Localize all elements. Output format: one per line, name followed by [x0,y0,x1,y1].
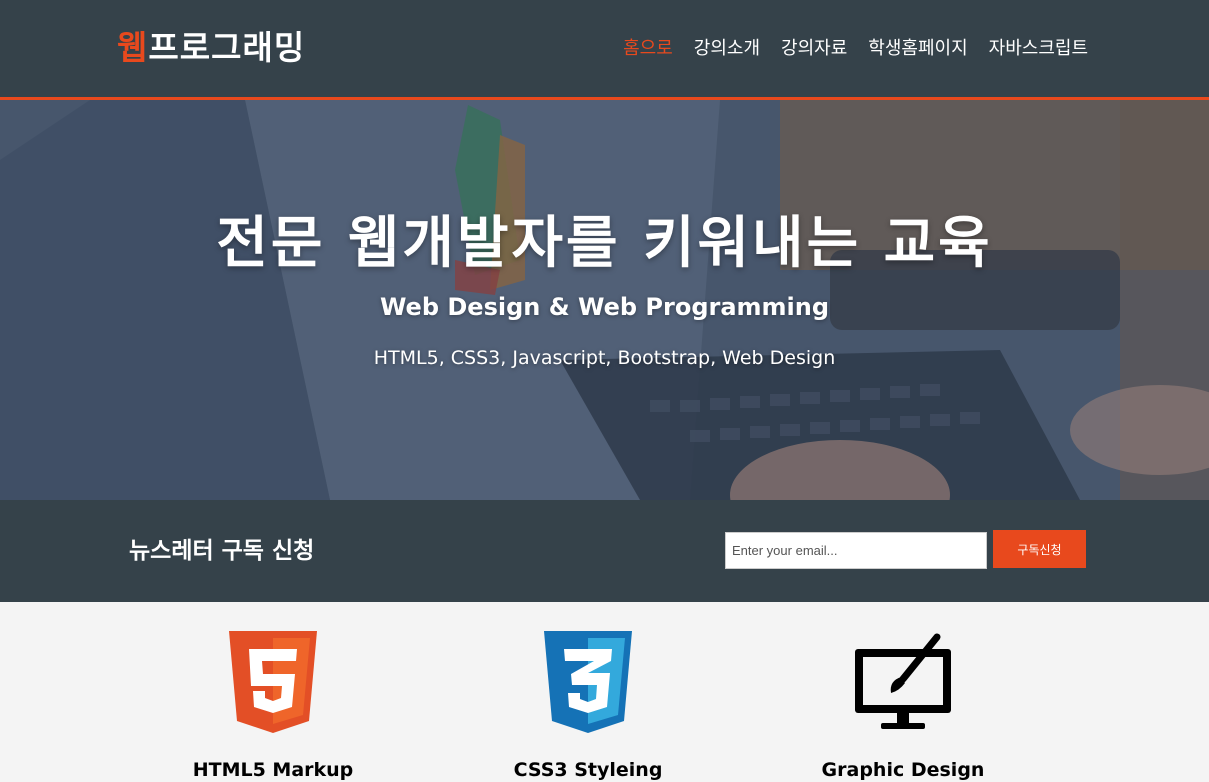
hero-subtitle: Web Design & Web Programming [379,293,830,321]
feature-box-graphic-design: Graphic Design [783,602,1023,781]
feature-title-html5: HTML5 Markup [192,759,354,781]
nav-item-home[interactable]: 홈으로 [623,36,673,62]
css3-icon [544,631,632,733]
features-section: HTML5 Markup CSS3 Styleing Graphic Desig… [0,602,1209,781]
nav-item-student-homepage[interactable]: 학생홈페이지 [868,36,967,62]
main-nav: 홈으로 강의소개 강의자료 학생홈페이지 자바스크립트 [623,36,1088,62]
html5-icon [229,631,317,733]
nav-item-javascript[interactable]: 자바스크립트 [989,36,1088,62]
feature-box-css3: CSS3 Styleing [468,602,708,781]
feature-title-graphic-design: Graphic Design [821,759,985,781]
nav-item-course-materials[interactable]: 강의자료 [781,36,847,62]
graphic-design-icon [855,633,951,729]
logo-text: 프로그래밍 [148,28,306,67]
site-logo[interactable]: 웹프로그래밍 [117,26,305,70]
newsletter-title: 뉴스레터 구독 신청 [129,538,315,564]
logo-highlight: 웹 [117,28,149,67]
hero-tags: HTML5, CSS3, Javascript, Bootstrap, Web … [373,347,836,369]
subscribe-button[interactable]: 구독신청 [993,530,1086,568]
feature-title-css3: CSS3 Styleing [513,759,663,781]
email-input[interactable] [725,532,987,569]
hero-title: 전문 웹개발자를 키워내는 교육 [216,211,993,276]
nav-item-course-intro[interactable]: 강의소개 [694,36,760,62]
feature-box-html5: HTML5 Markup [153,602,393,781]
site-header: 웹프로그래밍 홈으로 강의소개 강의자료 학생홈페이지 자바스크립트 [0,0,1209,100]
hero-section: 전문 웹개발자를 키워내는 교육 Web Design & Web Progra… [0,100,1209,500]
